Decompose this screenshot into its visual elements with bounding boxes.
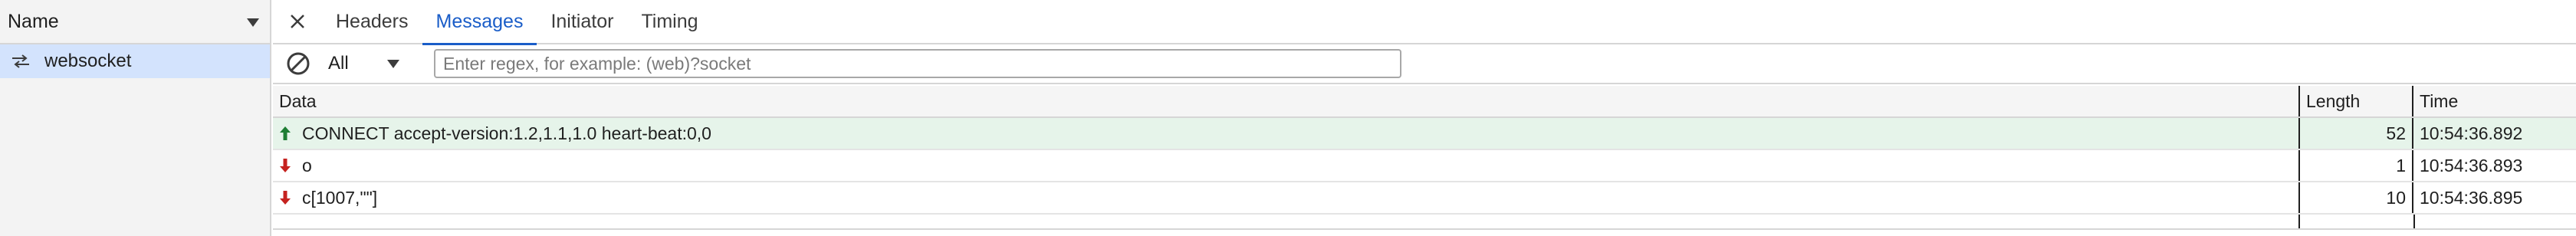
message-data-text: o [302,155,312,175]
sent-arrow-up-icon [280,126,291,140]
message-time-cell: 10:54:36.893 [2412,150,2576,181]
websocket-arrows-icon [12,54,29,68]
message-data-cell: o [273,150,2298,181]
message-length-cell: 10 [2298,182,2412,213]
message-data-text: CONNECT accept-version:1.2,1.1,1.0 heart… [302,123,711,143]
tab-timing[interactable]: Timing [627,0,711,44]
chevron-down-icon [386,59,399,68]
clear-messages-icon[interactable] [285,51,311,77]
close-details-button[interactable] [273,0,322,44]
message-row[interactable]: CONNECT accept-version:1.2,1.1,1.0 heart… [273,118,2576,150]
close-icon [291,15,304,28]
message-time-cell: 10:54:36.892 [2412,118,2576,149]
message-data-cell: c[1007,""] [273,182,2298,213]
details-tab-bar: Headers Messages Initiator Timing [273,0,2576,45]
received-arrow-down-icon [280,191,291,205]
column-divider[interactable] [2298,215,2300,228]
filter-regex-input[interactable] [434,49,1401,78]
messages-filter-bar: All [273,44,2576,84]
message-length-cell: 52 [2298,118,2412,149]
message-data-cell: CONNECT accept-version:1.2,1.1,1.0 heart… [273,118,2298,149]
messages-table: Data Length Time CONNECT accept-version:… [273,86,2576,230]
message-length-cell: 1 [2298,150,2412,181]
message-data-text: c[1007,""] [302,187,378,208]
time-column-header[interactable]: Time [2412,86,2576,116]
message-time-cell: 10:54:36.895 [2412,182,2576,213]
tab-initiator[interactable]: Initiator [537,0,627,44]
column-divider[interactable] [2413,215,2415,228]
message-row[interactable]: c[1007,""] 10 10:54:36.895 [273,182,2576,215]
request-item-label: websocket [44,51,132,71]
tab-headers[interactable]: Headers [322,0,422,44]
request-details-panel: Headers Messages Initiator Timing All Da… [273,0,2576,236]
message-row[interactable]: o 1 10:54:36.893 [273,150,2576,182]
name-column-title: Name [8,10,59,32]
sort-caret-icon[interactable] [247,18,259,27]
message-type-select[interactable]: All [328,53,429,74]
messages-table-header: Data Length Time [273,86,2576,118]
tab-messages[interactable]: Messages [422,0,537,45]
requests-panel: Name websocket [0,0,271,236]
messages-table-filler [273,215,2576,230]
length-column-header[interactable]: Length [2298,86,2412,116]
received-arrow-down-icon [280,159,291,172]
request-item-websocket[interactable]: websocket [0,44,270,78]
data-column-header[interactable]: Data [273,86,2298,116]
message-type-value: All [328,53,349,74]
name-column-header[interactable]: Name [0,0,270,44]
